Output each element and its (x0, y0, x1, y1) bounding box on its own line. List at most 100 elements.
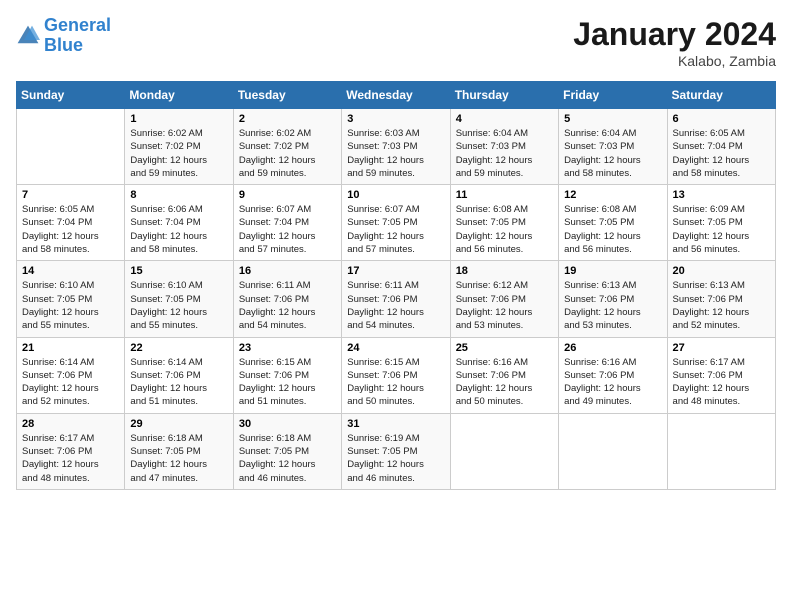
day-number: 11 (456, 189, 553, 201)
day-info: Sunrise: 6:18 AM Sunset: 7:05 PM Dayligh… (239, 432, 336, 485)
day-number: 30 (239, 418, 336, 430)
month-title: January 2024 (573, 16, 776, 53)
calendar-cell: 20 Sunrise: 6:13 AM Sunset: 7:06 PM Dayli… (667, 261, 775, 337)
column-header-thursday: Thursday (450, 82, 558, 109)
day-number: 10 (347, 189, 444, 201)
column-header-saturday: Saturday (667, 82, 775, 109)
logo-text: General Blue (44, 16, 111, 56)
column-header-wednesday: Wednesday (342, 82, 450, 109)
calendar-cell (450, 413, 558, 489)
column-header-monday: Monday (125, 82, 233, 109)
logo-icon (16, 24, 40, 48)
calendar-cell: 17Sunrise: 6:11 AM Sunset: 7:06 PM Dayli… (342, 261, 450, 337)
day-number: 25 (456, 342, 553, 354)
day-number: 21 (22, 342, 119, 354)
day-info: Sunrise: 6:14 AM Sunset: 7:06 PM Dayligh… (22, 356, 119, 409)
day-number: 24 (347, 342, 444, 354)
day-number: 9 (239, 189, 336, 201)
calendar-cell: 27 Sunrise: 6:17 AM Sunset: 7:06 PM Dayli… (667, 337, 775, 413)
day-number: 15 (130, 265, 227, 277)
day-info: Sunrise: 6:11 AM Sunset: 7:06 PM Dayligh… (239, 279, 336, 332)
day-info: Sunrise: 6:02 AM Sunset: 7:02 PM Dayligh… (130, 127, 227, 180)
day-info: Sunrise: 6:17 AM Sunset: 7:06 PM Dayligh… (22, 432, 119, 485)
calendar-week-row: 14 Sunrise: 6:10 AM Sunset: 7:05 PM Dayli… (17, 261, 776, 337)
day-number: 4 (456, 113, 553, 125)
calendar-cell: 11 Sunrise: 6:08 AM Sunset: 7:05 PM Dayli… (450, 185, 558, 261)
calendar-cell: 14 Sunrise: 6:10 AM Sunset: 7:05 PM Dayli… (17, 261, 125, 337)
day-info: Sunrise: 6:14 AM Sunset: 7:06 PM Dayligh… (130, 356, 227, 409)
day-number: 17 (347, 265, 444, 277)
calendar-cell: 25 Sunrise: 6:16 AM Sunset: 7:06 PM Dayli… (450, 337, 558, 413)
day-number: 22 (130, 342, 227, 354)
calendar-cell: 3 Sunrise: 6:03 AM Sunset: 7:03 PM Daylig… (342, 109, 450, 185)
day-number: 23 (239, 342, 336, 354)
calendar-cell (559, 413, 667, 489)
day-number: 29 (130, 418, 227, 430)
day-number: 26 (564, 342, 661, 354)
day-number: 2 (239, 113, 336, 125)
calendar-week-row: 1 Sunrise: 6:02 AM Sunset: 7:02 PM Daylig… (17, 109, 776, 185)
day-number: 27 (673, 342, 770, 354)
calendar-cell: 29 Sunrise: 6:18 AM Sunset: 7:05 PM Dayli… (125, 413, 233, 489)
calendar-cell: 16 Sunrise: 6:11 AM Sunset: 7:06 PM Dayli… (233, 261, 341, 337)
logo: General Blue (16, 16, 111, 56)
day-info: Sunrise: 6:15 AM Sunset: 7:06 PM Dayligh… (239, 356, 336, 409)
day-info: Sunrise: 6:04 AM Sunset: 7:03 PM Dayligh… (456, 127, 553, 180)
location-subtitle: Kalabo, Zambia (573, 53, 776, 69)
calendar-cell: 15Sunrise: 6:10 AM Sunset: 7:05 PM Dayli… (125, 261, 233, 337)
day-number: 1 (130, 113, 227, 125)
calendar-cell: 4 Sunrise: 6:04 AM Sunset: 7:03 PM Daylig… (450, 109, 558, 185)
day-number: 28 (22, 418, 119, 430)
calendar-body: 1 Sunrise: 6:02 AM Sunset: 7:02 PM Daylig… (17, 109, 776, 490)
calendar-table: SundayMondayTuesdayWednesdayThursdayFrid… (16, 81, 776, 490)
day-info: Sunrise: 6:12 AM Sunset: 7:06 PM Dayligh… (456, 279, 553, 332)
calendar-week-row: 7Sunrise: 6:05 AM Sunset: 7:04 PM Daylig… (17, 185, 776, 261)
day-number: 3 (347, 113, 444, 125)
calendar-cell: 31 Sunrise: 6:19 AM Sunset: 7:05 PM Dayli… (342, 413, 450, 489)
day-info: Sunrise: 6:15 AM Sunset: 7:06 PM Dayligh… (347, 356, 444, 409)
day-info: Sunrise: 6:03 AM Sunset: 7:03 PM Dayligh… (347, 127, 444, 180)
calendar-cell: 23 Sunrise: 6:15 AM Sunset: 7:06 PM Dayli… (233, 337, 341, 413)
day-number: 8 (130, 189, 227, 201)
calendar-cell: 1 Sunrise: 6:02 AM Sunset: 7:02 PM Daylig… (125, 109, 233, 185)
day-number: 20 (673, 265, 770, 277)
calendar-cell: 24 Sunrise: 6:15 AM Sunset: 7:06 PM Dayli… (342, 337, 450, 413)
calendar-cell: 7Sunrise: 6:05 AM Sunset: 7:04 PM Daylig… (17, 185, 125, 261)
day-info: Sunrise: 6:18 AM Sunset: 7:05 PM Dayligh… (130, 432, 227, 485)
day-number: 31 (347, 418, 444, 430)
calendar-cell: 21 Sunrise: 6:14 AM Sunset: 7:06 PM Dayli… (17, 337, 125, 413)
column-header-friday: Friday (559, 82, 667, 109)
calendar-week-row: 28 Sunrise: 6:17 AM Sunset: 7:06 PM Dayli… (17, 413, 776, 489)
day-info: Sunrise: 6:08 AM Sunset: 7:05 PM Dayligh… (456, 203, 553, 256)
column-header-sunday: Sunday (17, 82, 125, 109)
title-block: January 2024 Kalabo, Zambia (573, 16, 776, 69)
day-number: 12 (564, 189, 661, 201)
calendar-cell: 9 Sunrise: 6:07 AM Sunset: 7:04 PM Daylig… (233, 185, 341, 261)
column-header-tuesday: Tuesday (233, 82, 341, 109)
day-info: Sunrise: 6:04 AM Sunset: 7:03 PM Dayligh… (564, 127, 661, 180)
calendar-cell: 26Sunrise: 6:16 AM Sunset: 7:06 PM Dayli… (559, 337, 667, 413)
day-number: 18 (456, 265, 553, 277)
calendar-cell (667, 413, 775, 489)
page-header: General Blue January 2024 Kalabo, Zambia (16, 16, 776, 69)
day-info: Sunrise: 6:07 AM Sunset: 7:04 PM Dayligh… (239, 203, 336, 256)
day-info: Sunrise: 6:17 AM Sunset: 7:06 PM Dayligh… (673, 356, 770, 409)
calendar-header-row: SundayMondayTuesdayWednesdayThursdayFrid… (17, 82, 776, 109)
day-info: Sunrise: 6:19 AM Sunset: 7:05 PM Dayligh… (347, 432, 444, 485)
calendar-cell: 30 Sunrise: 6:18 AM Sunset: 7:05 PM Dayli… (233, 413, 341, 489)
day-number: 19 (564, 265, 661, 277)
day-info: Sunrise: 6:10 AM Sunset: 7:05 PM Dayligh… (22, 279, 119, 332)
day-info: Sunrise: 6:16 AM Sunset: 7:06 PM Dayligh… (456, 356, 553, 409)
calendar-cell: 28 Sunrise: 6:17 AM Sunset: 7:06 PM Dayli… (17, 413, 125, 489)
day-info: Sunrise: 6:13 AM Sunset: 7:06 PM Dayligh… (673, 279, 770, 332)
day-number: 16 (239, 265, 336, 277)
day-number: 14 (22, 265, 119, 277)
day-info: Sunrise: 6:06 AM Sunset: 7:04 PM Dayligh… (130, 203, 227, 256)
day-number: 5 (564, 113, 661, 125)
calendar-cell (17, 109, 125, 185)
calendar-cell: 12Sunrise: 6:08 AM Sunset: 7:05 PM Dayli… (559, 185, 667, 261)
calendar-cell: 2Sunrise: 6:02 AM Sunset: 7:02 PM Daylig… (233, 109, 341, 185)
calendar-cell: 19Sunrise: 6:13 AM Sunset: 7:06 PM Dayli… (559, 261, 667, 337)
calendar-cell: 5 Sunrise: 6:04 AM Sunset: 7:03 PM Daylig… (559, 109, 667, 185)
day-number: 7 (22, 189, 119, 201)
